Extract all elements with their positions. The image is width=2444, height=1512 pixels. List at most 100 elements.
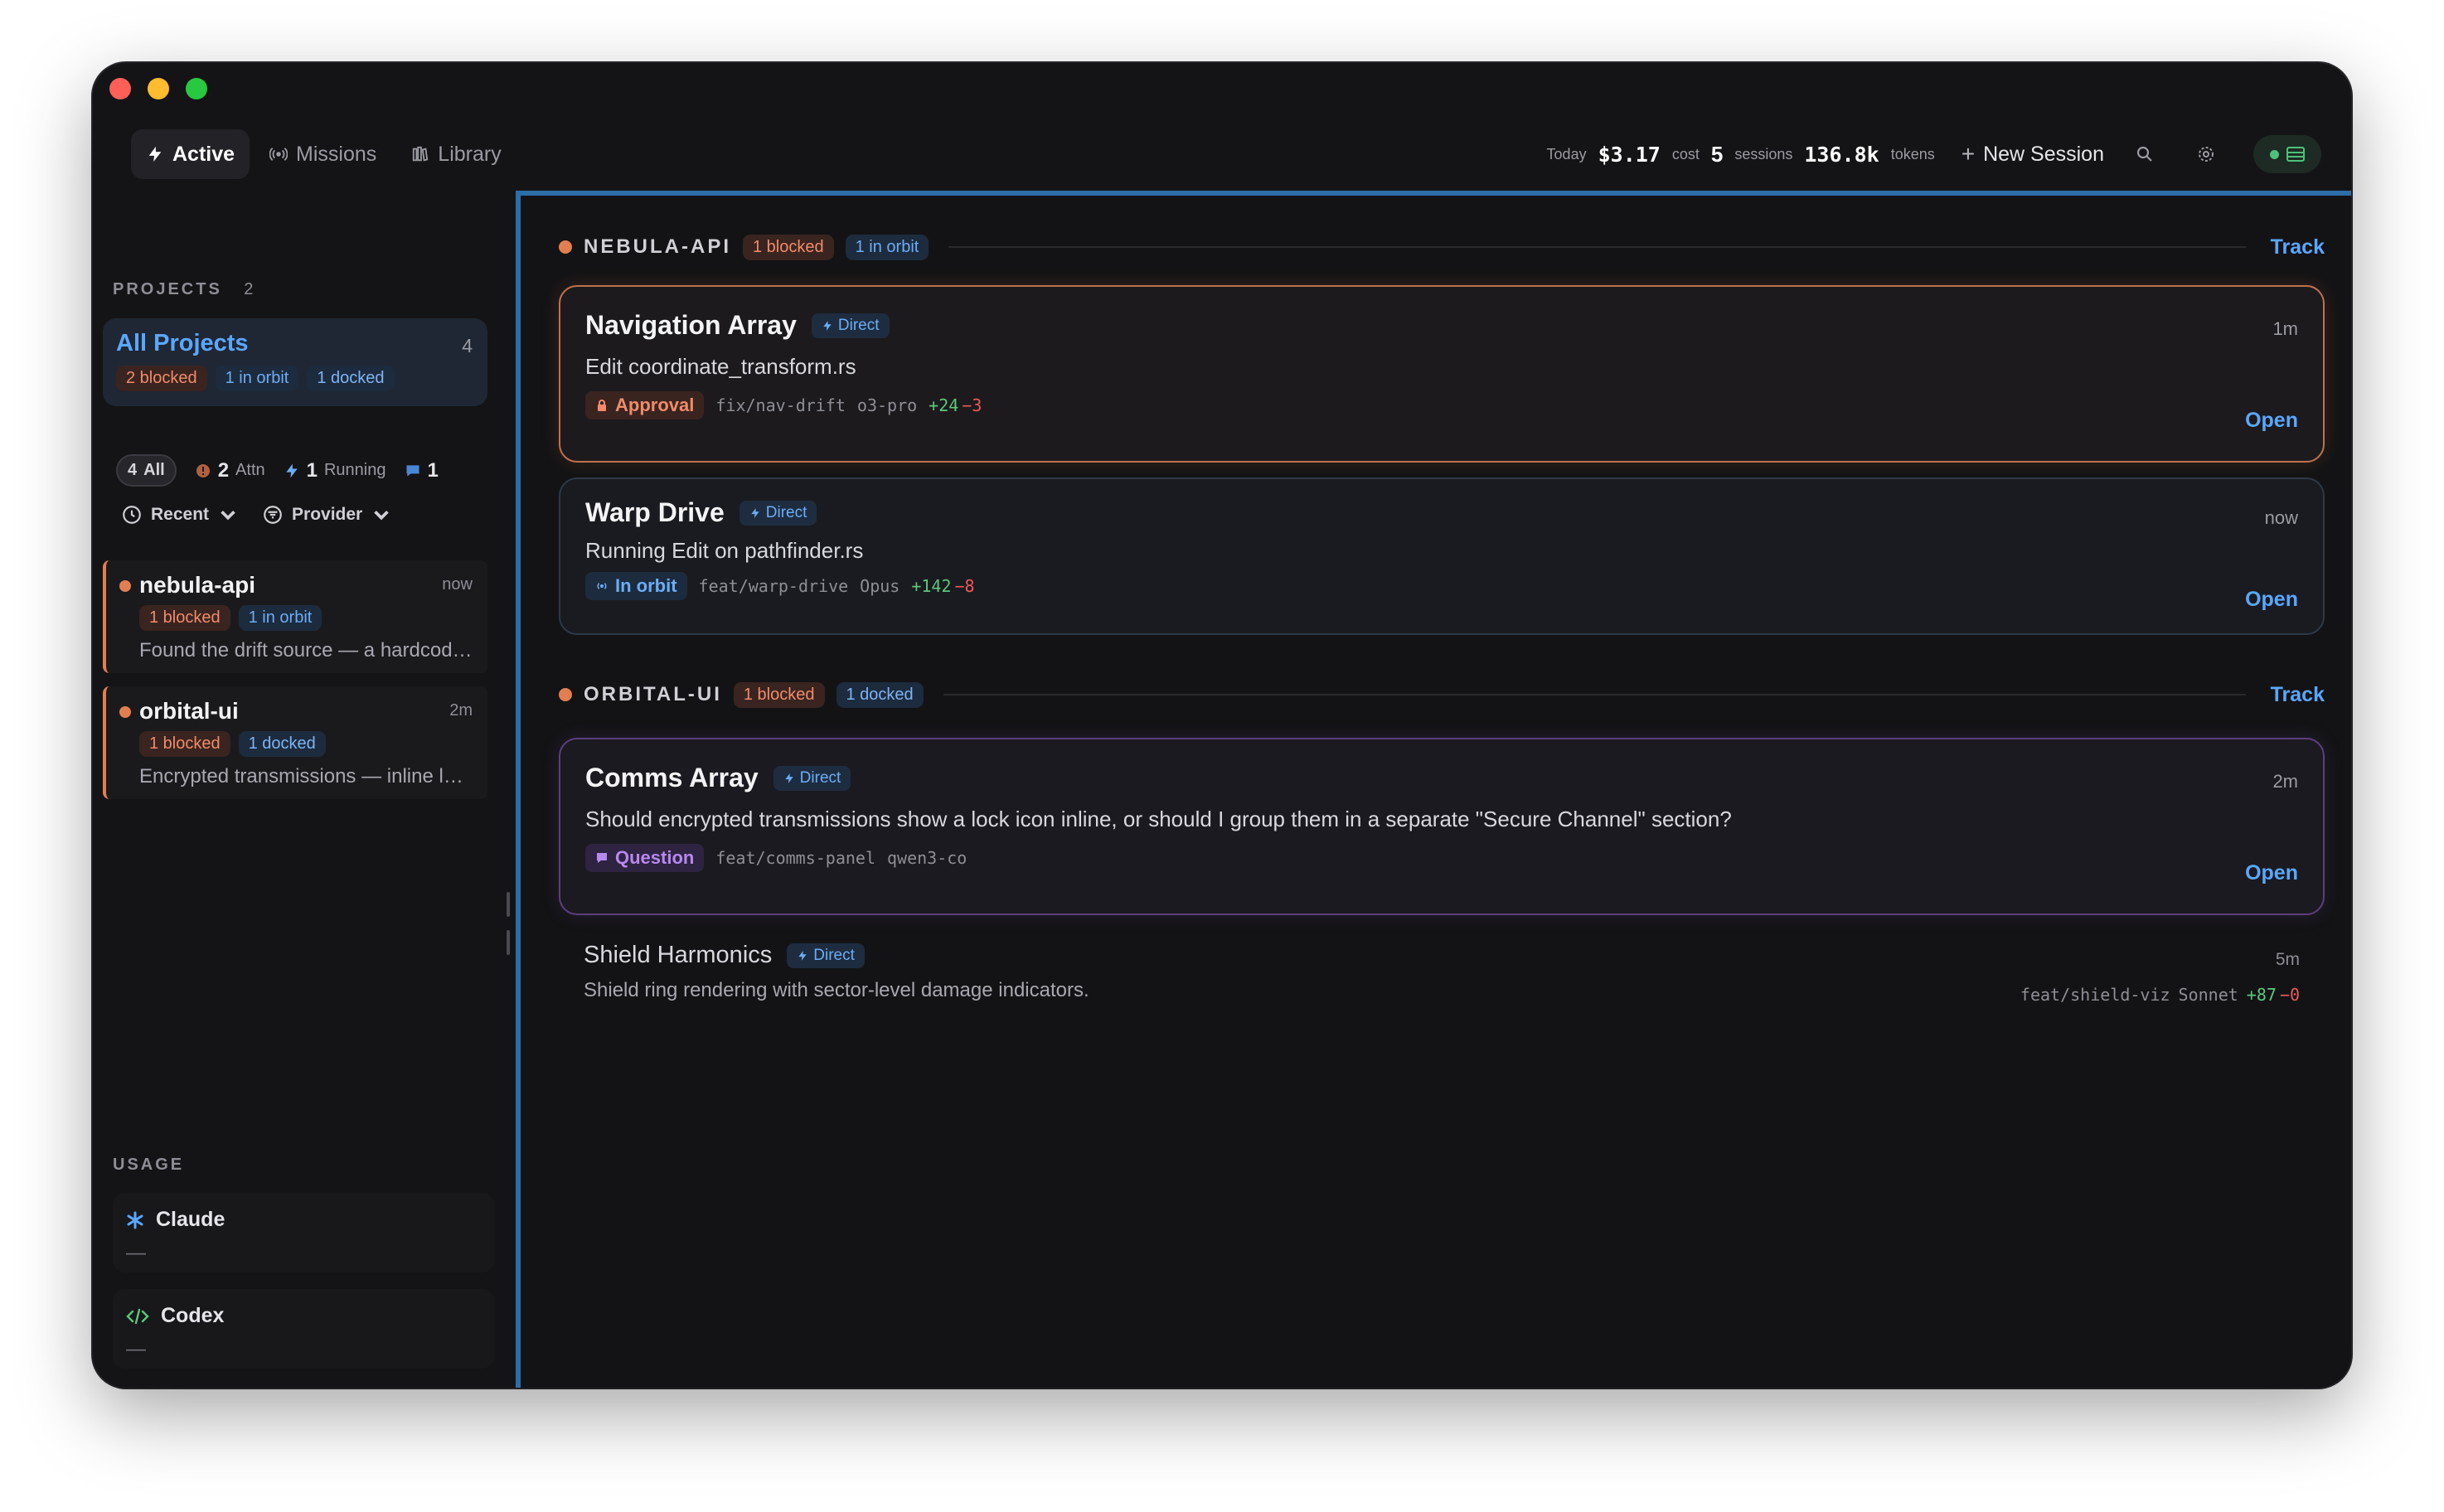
track-button[interactable]: Track	[2271, 683, 2325, 707]
close-window-button[interactable]	[109, 78, 131, 99]
open-button[interactable]: Open	[2245, 861, 2298, 885]
projects-header: PROJECTS 2	[113, 280, 253, 299]
blocked-badge: 2 blocked	[116, 366, 207, 391]
group-header-nebula-api: NEBULA-API 1 blocked 1 in orbit Track	[559, 230, 2325, 264]
orbit-badge: 1 in orbit	[215, 366, 299, 391]
model-name: o3-pro	[856, 395, 918, 415]
session-title: Comms Array	[585, 763, 759, 792]
new-session-button[interactable]: + New Session	[1962, 141, 2104, 167]
lines-removed: −0	[2279, 985, 2300, 1005]
tab-library[interactable]: Library	[396, 129, 516, 179]
session-title: Shield Harmonics	[584, 942, 773, 968]
lines-added: +24	[929, 395, 959, 415]
project-name: orbital-ui	[139, 698, 239, 724]
mode-label: Direct	[813, 946, 855, 964]
usage-stats: Today $3.17 cost 5 sessions 136.8k token…	[1547, 129, 2321, 179]
tab-library-label: Library	[438, 142, 502, 166]
window-controls	[109, 78, 207, 99]
tokens-value: 136.8k	[1804, 142, 1879, 167]
project-description: Encrypted transmissions — inline lock ic…	[139, 765, 474, 788]
status-label: In orbit	[615, 575, 677, 596]
all-projects-count: 4	[462, 335, 473, 356]
open-button[interactable]: Open	[2245, 588, 2298, 612]
usage-value: —	[126, 1338, 146, 1360]
session-time: 1m	[2272, 318, 2298, 339]
branch-name: feat/shield-viz	[2020, 985, 2170, 1005]
filter-running-label: Running	[323, 461, 386, 479]
chat-bubble-icon	[406, 464, 419, 477]
tab-missions[interactable]: Missions	[255, 129, 391, 179]
in-orbit-badge: In orbit	[585, 572, 687, 600]
session-card-comms-array[interactable]: Comms Array Direct 2m Should encrypted t…	[559, 738, 2325, 915]
session-card-navigation-array[interactable]: Navigation Array Direct 1m Edit coordina…	[559, 285, 2325, 463]
usage-value: —	[126, 1242, 146, 1264]
usage-provider-name: Codex	[161, 1304, 225, 1327]
open-button[interactable]: Open	[2245, 409, 2298, 433]
docked-badge: 1 docked	[307, 366, 395, 391]
chat-bubble-icon	[597, 853, 607, 863]
search-button[interactable]	[2124, 133, 2165, 175]
model-name: Sonnet	[2178, 985, 2238, 1005]
sessions-panel: NEBULA-API 1 blocked 1 in orbit Track Na…	[516, 191, 2351, 1388]
connection-status-toggle[interactable]	[2253, 135, 2321, 173]
lock-icon	[598, 400, 606, 411]
filter-all[interactable]: 4 All	[116, 454, 177, 487]
clock-icon	[123, 506, 141, 524]
blocked-badge: 1 blocked	[139, 605, 230, 631]
project-item-orbital-ui[interactable]: orbital-ui 2m 1 blocked 1 docked Encrypt…	[103, 686, 487, 799]
session-card-warp-drive[interactable]: Warp Drive Direct now Running Edit on pa…	[559, 477, 2325, 635]
sort-controls: Recent Provider	[121, 504, 392, 526]
branch-name: fix/nav-drift	[715, 395, 846, 415]
session-time: 5m	[2275, 950, 2300, 969]
filter-messages-count: 1	[427, 458, 439, 482]
filter-attn-label: Attn	[235, 461, 265, 479]
mode-badge: Direct	[739, 500, 817, 526]
project-time: now	[442, 575, 473, 594]
usage-card-codex[interactable]: Codex —	[113, 1289, 494, 1369]
mode-label: Direct	[765, 503, 807, 521]
track-button[interactable]: Track	[2271, 235, 2325, 259]
mode-badge: Direct	[811, 313, 890, 338]
filter-running[interactable]: 1 Running	[284, 459, 386, 482]
search-icon	[2136, 146, 2152, 162]
status-dot-icon	[2269, 149, 2279, 159]
panel-icon	[2286, 147, 2305, 162]
all-projects-item[interactable]: All Projects 4 2 blocked 1 in orbit 1 do…	[103, 318, 487, 406]
approval-badge: Approval	[585, 391, 705, 419]
model-name: Opus	[860, 576, 900, 596]
status-dot-icon	[119, 706, 131, 718]
usage-label: USAGE	[113, 1156, 185, 1174]
usage-card-claude[interactable]: Claude —	[113, 1193, 494, 1272]
divider	[943, 694, 2246, 695]
sort-provider-dropdown[interactable]: Provider	[262, 504, 392, 526]
zoom-window-button[interactable]	[186, 78, 207, 99]
tab-active[interactable]: Active	[131, 129, 250, 179]
minimize-window-button[interactable]	[148, 78, 169, 99]
session-summary: Should encrypted transmissions show a lo…	[585, 807, 1732, 831]
project-item-nebula-api[interactable]: nebula-api now 1 blocked 1 in orbit Foun…	[103, 560, 487, 673]
settings-button[interactable]	[2185, 133, 2227, 175]
project-tags: 1 blocked 1 in orbit	[139, 605, 474, 631]
top-bar: Active Missions Library Today $3.17 cost…	[93, 129, 2351, 189]
all-projects-title: All Projects	[116, 330, 249, 356]
filter-messages[interactable]: 1	[405, 459, 439, 482]
status-dot-icon	[559, 688, 572, 701]
session-row-shield-harmonics[interactable]: Shield Harmonics Direct 5m Shield ring r…	[584, 942, 2325, 1025]
blocked-badge: 1 blocked	[139, 731, 230, 757]
sort-recent-dropdown[interactable]: Recent	[121, 504, 239, 526]
session-title: Navigation Array	[585, 310, 797, 340]
project-tags: 1 blocked 1 docked	[139, 731, 474, 757]
mode-badge: Direct	[773, 765, 851, 791]
project-name: nebula-api	[139, 572, 256, 598]
group-header-orbital-ui: ORBITAL-UI 1 blocked 1 docked Track	[559, 678, 2325, 711]
projects-label: PROJECTS	[113, 280, 222, 298]
sidebar-resize-handle[interactable]	[507, 892, 510, 958]
mode-label: Direct	[799, 768, 841, 787]
filter-attn-count: 2	[217, 458, 230, 482]
project-description: Found the drift source — a hardcoded off…	[139, 639, 474, 662]
status-filters: 4 All 2 Attn 1 Running 1	[116, 454, 439, 487]
projects-count: 2	[244, 280, 254, 298]
cost-value: $3.17	[1598, 142, 1661, 167]
filter-attn[interactable]: 2 Attn	[195, 459, 265, 482]
filter-all-label: All	[143, 461, 165, 479]
